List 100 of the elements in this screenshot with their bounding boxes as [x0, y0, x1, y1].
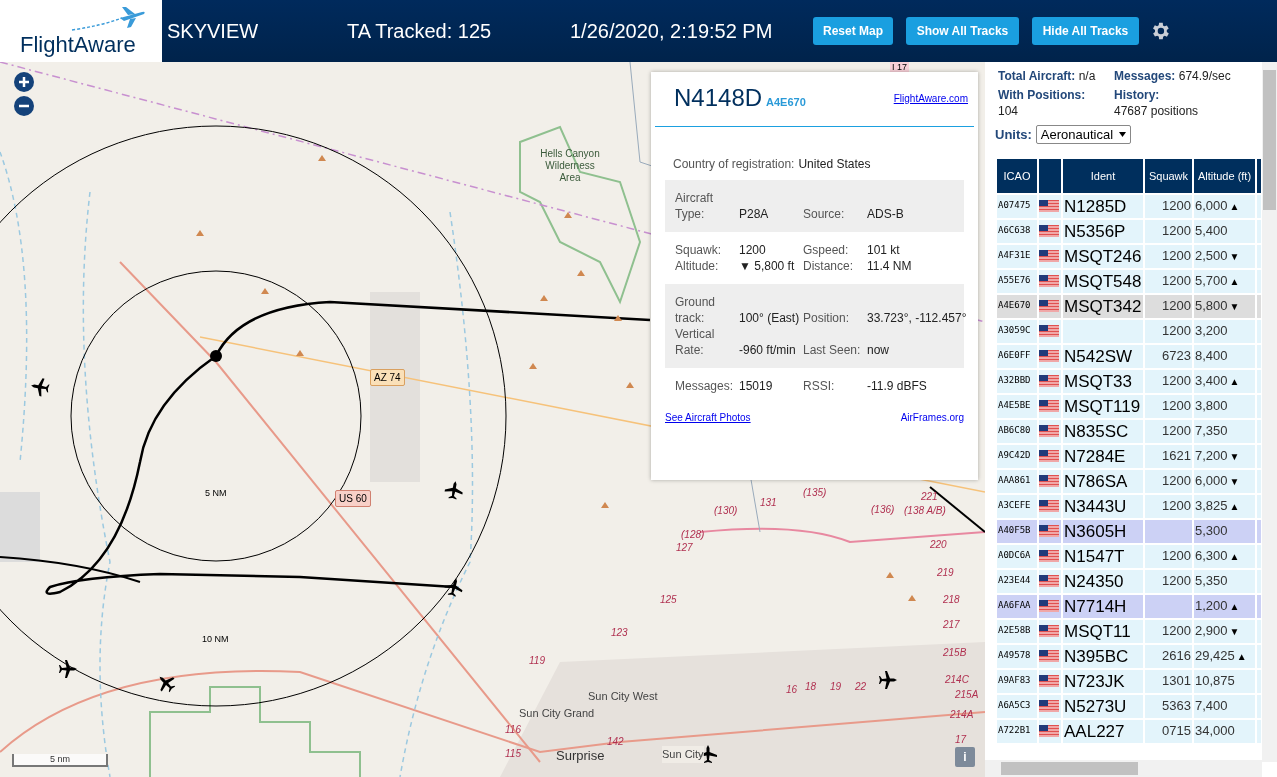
ident-cell: N542SW — [1063, 344, 1143, 368]
road-label: 125 — [660, 593, 677, 607]
table-row[interactable]: A3CEFE N3443U 1200 3,825▲ — [997, 494, 1261, 518]
trend-icon: ▲ — [1236, 651, 1247, 663]
field-label: Distance: — [803, 258, 855, 274]
table-row[interactable]: A55E76 MSQT548 1200 5,700▲ — [997, 269, 1261, 293]
airplane-icon[interactable] — [444, 578, 463, 597]
airplane-icon[interactable] — [59, 660, 77, 678]
stat-label: Messages: — [1114, 69, 1176, 83]
table-row[interactable]: A49578 N395BC 2616 29,425▲ — [997, 644, 1261, 668]
airframes-link[interactable]: AirFrames.org — [900, 410, 964, 425]
column-header[interactable]: ICAO — [997, 158, 1037, 193]
peak-icon — [601, 502, 609, 508]
column-header[interactable]: Ident — [1063, 158, 1143, 193]
stat-label: Total Aircraft: — [998, 69, 1076, 83]
table-row[interactable]: A3059C 1200 3,200 — [997, 319, 1261, 343]
table-row[interactable]: A2E58B MSQT11 1200 2,900▼ — [997, 619, 1261, 643]
icao-cell: A32BBD — [997, 369, 1037, 393]
squawk-cell: 1200 — [1145, 494, 1192, 518]
squawk-cell: 1200 — [1145, 394, 1192, 418]
table-row[interactable]: A32BBD MSQT33 1200 3,400▲ — [997, 369, 1261, 393]
flag-icon — [1039, 425, 1059, 437]
table-row[interactable]: AA6FAA N7714H 1,200▲ — [997, 594, 1261, 618]
column-header[interactable]: Squawk — [1145, 158, 1192, 193]
table-row[interactable]: A6A5C3 N5273U 5363 7,400 — [997, 694, 1261, 718]
table-row[interactable]: A4E5BE MSQT119 1200 3,800 — [997, 394, 1261, 418]
table-row[interactable]: A9C42D N7284E 1621 7,200▼ — [997, 444, 1261, 468]
squawk-cell: 1200 — [1145, 369, 1192, 393]
column-header[interactable]: Altitude (ft) — [1194, 158, 1255, 193]
table-row[interactable]: A40F5B N3605H 5,300 — [997, 519, 1261, 543]
table-row[interactable]: A4F31E MSQT246 1200 2,500▼ — [997, 244, 1261, 268]
zoom-in-icon[interactable] — [14, 72, 34, 92]
table-row[interactable]: A4E670 MSQT342 1200 5,800▼ — [997, 294, 1261, 318]
trend-icon: ▲ — [1229, 376, 1240, 388]
altitude-cell: 5,350 — [1195, 573, 1228, 589]
ident-cell: MSQT548 — [1063, 269, 1143, 293]
peak-icon — [318, 155, 326, 161]
road-label: (136) — [871, 503, 895, 517]
table-row[interactable]: A6E0FF N542SW 6723 8,400 — [997, 344, 1261, 368]
land-area — [0, 492, 40, 562]
field-label: Source: — [803, 206, 846, 222]
table-row[interactable]: A0DC6A N1547T 1200 6,300▲ — [997, 544, 1261, 568]
field-value: ADS-B — [867, 206, 905, 222]
ident-cell: MSQT246 — [1063, 244, 1143, 268]
aircraft-photos-link[interactable]: See Aircraft Photos — [665, 410, 751, 425]
icao-cell: AAA861 — [997, 469, 1037, 493]
ident-cell: N3605H — [1063, 519, 1143, 543]
field-value: now — [867, 342, 890, 358]
flightaware-link[interactable]: FlightAware.com — [893, 91, 968, 106]
peak-icon — [886, 572, 894, 578]
icao-cell: A722B1 — [997, 719, 1037, 743]
trend-icon: ▼ — [1229, 626, 1240, 638]
date-time: 1/26/2020, 2:19:52 PM — [570, 19, 774, 44]
road-label: (128) — [681, 528, 705, 542]
flag-icon — [1039, 200, 1059, 212]
horizontal-scrollbar[interactable] — [985, 760, 1262, 777]
road-shield: AZ 74 — [370, 369, 405, 386]
altitude-cell: 6,300 — [1195, 548, 1228, 564]
icao-cell: A07475 — [997, 194, 1037, 218]
logo-text: FlightAware — [20, 34, 137, 56]
flag-icon — [1039, 675, 1059, 687]
squawk-cell — [1145, 519, 1192, 543]
flag-icon — [1039, 575, 1059, 587]
ident-cell: N395BC — [1063, 644, 1143, 668]
flag-icon — [1039, 450, 1059, 462]
table-row[interactable]: A722B1 AAL227 0715 34,000 — [997, 719, 1261, 743]
vertical-scrollbar[interactable] — [1262, 62, 1277, 762]
road-label: (130) — [714, 504, 738, 518]
units-dropdown[interactable]: Aeronautical — [1035, 125, 1132, 145]
road-label: 214C — [945, 673, 969, 687]
table-row[interactable]: A9AF83 N723JK 1301 10,875 — [997, 669, 1261, 693]
table-row[interactable]: A23E44 N24350 1200 5,350 — [997, 569, 1261, 593]
airplane-icon[interactable] — [444, 481, 463, 500]
peak-icon — [626, 382, 634, 388]
info-button[interactable]: i — [955, 747, 975, 767]
road-label: 17 — [955, 733, 967, 747]
squawk-cell: 6723 — [1145, 344, 1192, 368]
zoom-out-icon[interactable] — [14, 96, 34, 116]
table-row[interactable]: A6C638 N5356P 1200 5,400 — [997, 219, 1261, 243]
column-header[interactable] — [1039, 158, 1061, 193]
airplane-icon[interactable] — [159, 676, 176, 693]
ident-cell: N3443U — [1063, 494, 1143, 518]
field-value: -960 ft/min — [739, 342, 797, 358]
squawk-cell: 1200 — [1145, 269, 1192, 293]
road-label: 19 — [830, 680, 842, 694]
icao-cell: A4E670 — [997, 294, 1037, 318]
table-row[interactable]: AAA861 N786SA 1200 6,000▼ — [997, 469, 1261, 493]
table-row[interactable]: AB6C80 N835SC 1200 7,350 — [997, 419, 1261, 443]
squawk-cell — [1145, 594, 1192, 618]
altitude-cell: 10,875 — [1195, 673, 1235, 689]
flag-icon — [1039, 275, 1059, 287]
field-label: Altitude: — [675, 258, 720, 274]
airplane-icon[interactable] — [31, 378, 50, 397]
table-row[interactable]: A07475 N1285D 1200 6,000▲ — [997, 194, 1261, 218]
field-label: Position: — [803, 310, 851, 326]
road-label: 221 — [921, 490, 938, 504]
altitude-cell: 2,900 — [1195, 623, 1228, 639]
airplane-icon[interactable] — [879, 671, 897, 689]
road-label: 123 — [611, 626, 628, 640]
dropdown-caret-icon — [1119, 132, 1127, 138]
